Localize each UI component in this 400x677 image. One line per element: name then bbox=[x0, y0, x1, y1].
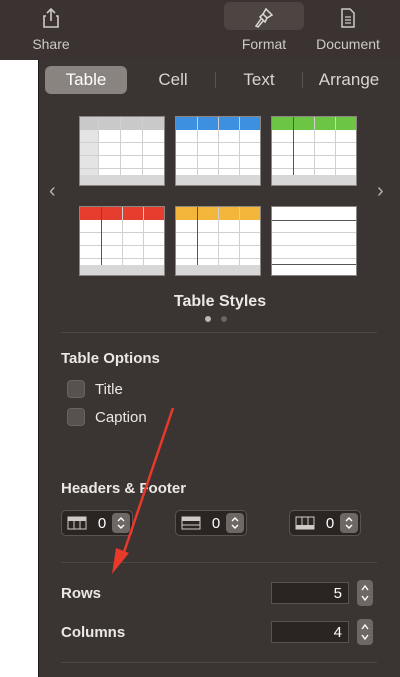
tab-cell[interactable]: Cell bbox=[131, 66, 215, 94]
tab-arrange[interactable]: Arrange bbox=[303, 66, 395, 94]
columns-label: Columns bbox=[61, 624, 126, 641]
title-checkbox-box[interactable] bbox=[67, 380, 85, 398]
document-label: Document bbox=[316, 36, 380, 52]
table-style-thumbnail-plain[interactable] bbox=[271, 206, 357, 276]
format-tabs: Table Cell Text Arrange bbox=[45, 66, 395, 94]
header-columns-value[interactable]: 0 bbox=[206, 515, 226, 532]
format-label: Format bbox=[241, 36, 287, 52]
table-style-thumbnail-red[interactable] bbox=[79, 206, 165, 276]
stepper-arrows-icon[interactable] bbox=[340, 513, 358, 533]
document-icon bbox=[341, 8, 355, 28]
table-style-thumbnail-blue[interactable] bbox=[175, 116, 261, 186]
toolbar: Share Format Document bbox=[0, 0, 400, 60]
header-rows-icon bbox=[62, 512, 92, 534]
table-style-thumbnail-green[interactable] bbox=[271, 116, 357, 186]
header-rows-value[interactable]: 0 bbox=[92, 515, 112, 532]
caption-checkbox-box[interactable] bbox=[67, 408, 85, 426]
stepper-arrows-icon[interactable] bbox=[226, 513, 244, 533]
tab-text[interactable]: Text bbox=[216, 66, 302, 94]
paintbrush-icon bbox=[254, 7, 274, 28]
table-style-thumbnail-yellow[interactable] bbox=[175, 206, 261, 276]
rows-control: Rows 5 bbox=[61, 580, 377, 606]
table-styles-grid bbox=[75, 116, 365, 276]
styles-page-indicator[interactable] bbox=[205, 316, 227, 322]
columns-stepper-icon[interactable] bbox=[357, 619, 373, 645]
stepper-arrows-icon[interactable] bbox=[112, 513, 130, 533]
caption-checkbox[interactable]: Caption bbox=[67, 408, 147, 426]
format-button[interactable]: Format bbox=[222, 0, 306, 60]
document-canvas[interactable] bbox=[0, 60, 38, 677]
table-options-heading: Table Options bbox=[61, 350, 160, 367]
page-dot[interactable] bbox=[221, 316, 227, 322]
columns-control: Columns 4 bbox=[61, 619, 377, 645]
table-styles-title: Table Styles bbox=[173, 293, 267, 310]
tab-table[interactable]: Table bbox=[45, 66, 127, 94]
header-columns-stepper[interactable]: 0 bbox=[175, 510, 247, 536]
page-dot-active[interactable] bbox=[205, 316, 211, 322]
rows-label: Rows bbox=[61, 585, 102, 602]
section-divider bbox=[61, 562, 377, 563]
headers-footer-heading: Headers & Footer bbox=[61, 480, 187, 497]
format-panel: Table Cell Text Arrange ‹ › Table Styles… bbox=[38, 60, 400, 677]
footer-rows-stepper[interactable]: 0 bbox=[289, 510, 361, 536]
document-button[interactable]: Document bbox=[308, 0, 388, 60]
columns-input[interactable]: 4 bbox=[271, 621, 349, 643]
section-divider bbox=[61, 662, 377, 663]
share-button[interactable]: Share bbox=[26, 0, 76, 60]
title-checkbox[interactable]: Title bbox=[67, 380, 123, 398]
table-style-thumbnail-gray[interactable] bbox=[79, 116, 165, 186]
share-icon bbox=[43, 7, 59, 28]
rows-input[interactable]: 5 bbox=[271, 582, 349, 604]
next-styles-arrow-icon[interactable]: › bbox=[377, 180, 384, 203]
section-divider bbox=[61, 332, 377, 333]
rows-stepper-icon[interactable] bbox=[357, 580, 373, 606]
caption-checkbox-label: Caption bbox=[95, 408, 147, 426]
share-label: Share bbox=[32, 36, 70, 52]
header-rows-stepper[interactable]: 0 bbox=[61, 510, 133, 536]
footer-rows-value[interactable]: 0 bbox=[320, 515, 340, 532]
footer-rows-icon bbox=[290, 512, 320, 534]
title-checkbox-label: Title bbox=[95, 380, 123, 398]
previous-styles-arrow-icon[interactable]: ‹ bbox=[49, 180, 56, 203]
header-columns-icon bbox=[176, 512, 206, 534]
